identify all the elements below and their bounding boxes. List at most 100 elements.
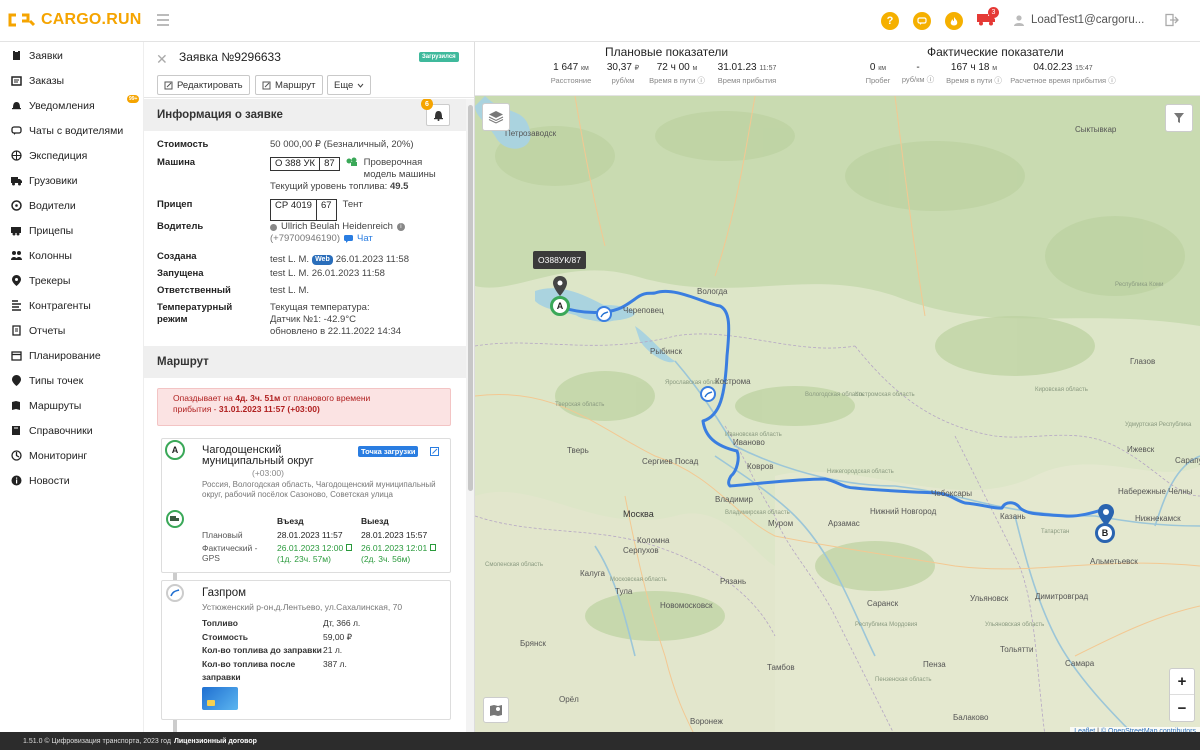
plan-travel-help-icon[interactable]: ⓘ bbox=[697, 76, 705, 85]
plan-rate-value: 30,37 bbox=[606, 62, 632, 73]
fact-out-doc-icon[interactable] bbox=[429, 544, 436, 551]
more-button[interactable]: Еще bbox=[327, 75, 372, 95]
order-detail-panel: ✕ Заявка №9296633 Загрузился Редактирова… bbox=[143, 42, 475, 732]
fact-rate-help-icon[interactable]: ⓘ bbox=[927, 75, 935, 84]
edit-stop-icon[interactable] bbox=[430, 447, 439, 456]
map-gas-marker-2[interactable] bbox=[700, 386, 716, 402]
zoom-out-button[interactable]: − bbox=[1170, 695, 1194, 721]
city-label: Димитровград bbox=[1035, 592, 1088, 601]
truck-notifications[interactable]: 3 bbox=[976, 7, 999, 30]
map-type-button[interactable] bbox=[483, 697, 509, 723]
driver-chat-link[interactable]: Чат bbox=[357, 233, 373, 245]
edit-icon bbox=[164, 81, 173, 89]
sidebar-item-10[interactable]: Трекеры bbox=[0, 268, 143, 293]
sidebar-item-13[interactable]: Планирование bbox=[0, 343, 143, 368]
map-marker-a[interactable]: A bbox=[550, 296, 570, 316]
plan-travel-value: 72 ч 00 bbox=[656, 62, 690, 73]
user-avatar-icon bbox=[1014, 15, 1024, 26]
city-label: Орёл bbox=[559, 695, 579, 704]
driver-info-icon[interactable]: i bbox=[396, 223, 405, 231]
menu-toggle-icon[interactable] bbox=[157, 14, 169, 26]
fire-icon[interactable] bbox=[945, 12, 963, 30]
sidebar-item-14[interactable]: Типы точек bbox=[0, 368, 143, 393]
layers-button[interactable] bbox=[482, 103, 510, 131]
top-bar: CARGO.RUN ? 3 LoadTest1@cargoru... bbox=[0, 0, 1200, 42]
sidebar-item-5[interactable]: Экспедиция bbox=[0, 143, 143, 168]
cost-row: Стоимость 50 000,00 ₽ (Безналичный, 20%) bbox=[157, 139, 453, 157]
gazprom-logo-icon bbox=[703, 390, 712, 397]
fact-arrival-help-icon[interactable]: ⓘ bbox=[1108, 76, 1116, 85]
city-label: Костромская область bbox=[855, 392, 915, 398]
driver-row: Водитель Ullrich Beulah Heidenreich i (+… bbox=[157, 221, 453, 251]
city-label: Петрозаводск bbox=[505, 129, 557, 138]
fact-label: Фактический - GPS bbox=[202, 543, 258, 563]
stop-card-gazprom[interactable]: Газпром Устюженский р-он,д.Лентьево, ул.… bbox=[161, 580, 451, 720]
truck-icon bbox=[11, 175, 22, 186]
route-icon bbox=[262, 81, 271, 89]
filter-button[interactable] bbox=[1165, 104, 1193, 132]
route-map[interactable]: Петрозаводск Сыктывкар Вологда Череповец Рыб… bbox=[475, 96, 1200, 736]
sidebar-item-8[interactable]: Прицепы bbox=[0, 218, 143, 243]
fact-travel-unit: м bbox=[992, 65, 998, 72]
sidebar-item-6[interactable]: Грузовики bbox=[0, 168, 143, 193]
gas-stop-name: Газпром bbox=[202, 587, 247, 599]
sidebar-item-12[interactable]: Отчеты bbox=[0, 318, 143, 343]
stop-card-a[interactable]: Чагодощенский муниципальный округ (+03:0… bbox=[161, 438, 451, 573]
user-menu[interactable]: LoadTest1@cargoru... bbox=[1013, 14, 1144, 26]
order-scroll-area[interactable]: Информация о заявке 6 Стоимость 50 000,0… bbox=[144, 99, 466, 732]
city-label: Альметьевск bbox=[1090, 557, 1138, 566]
sidebar-item-15[interactable]: Маршруты bbox=[0, 393, 143, 418]
zoom-in-button[interactable]: + bbox=[1170, 669, 1194, 695]
chevron-down-icon bbox=[357, 83, 364, 88]
vehicle-pin-icon[interactable] bbox=[553, 276, 567, 296]
scrollbar-thumb[interactable] bbox=[468, 105, 473, 491]
layers-icon bbox=[488, 111, 504, 124]
city-label: Ульяновская область bbox=[985, 622, 1044, 628]
calendar-icon bbox=[11, 350, 22, 361]
fact-travel-help-icon[interactable]: ⓘ bbox=[994, 76, 1002, 85]
sidebar-item-18[interactable]: Новости bbox=[0, 468, 143, 493]
city-label: Тверь bbox=[567, 446, 589, 455]
sidebar-item-4[interactable]: Чаты с водителями bbox=[0, 118, 143, 143]
sidebar-item-label: Прицепы bbox=[29, 224, 74, 237]
sidebar-item-1[interactable]: Заявки bbox=[0, 43, 143, 68]
contractors-icon bbox=[11, 300, 22, 311]
stop-a-marker: A bbox=[165, 440, 185, 460]
notifications-bell-button[interactable]: 6 bbox=[421, 99, 450, 126]
logout-icon[interactable] bbox=[1165, 13, 1179, 27]
sidebar-item-label: Заказы bbox=[29, 74, 65, 87]
fact-mileage: 0 км Пробег bbox=[860, 61, 896, 86]
license-link[interactable]: Лицензионный договор bbox=[174, 738, 257, 745]
car-plate[interactable]: О 388 УК 87 bbox=[270, 157, 340, 171]
driver-name[interactable]: Ullrich Beulah Heidenreich bbox=[281, 221, 393, 233]
sidebar-item-7[interactable]: Водители bbox=[0, 193, 143, 218]
close-icon[interactable]: ✕ bbox=[156, 51, 168, 68]
notification-count-badge: 3 bbox=[988, 7, 999, 18]
panel-scrollbar[interactable] bbox=[466, 99, 474, 732]
chat-bubble-icon[interactable] bbox=[913, 12, 931, 30]
sidebar-item-3[interactable]: Уведомления 99+ bbox=[0, 93, 143, 118]
trailer-type: Тент bbox=[342, 199, 363, 210]
fact-rate: - руб/км ⓘ bbox=[898, 61, 938, 85]
map-gas-marker-1[interactable] bbox=[596, 306, 612, 322]
logo[interactable]: CARGO.RUN bbox=[8, 11, 141, 29]
gas-cost-value: 59,00 ₽ bbox=[323, 631, 353, 642]
sidebar-item-label: Экспедиция bbox=[29, 149, 88, 162]
trailer-plate[interactable]: СР 4019 67 bbox=[270, 199, 337, 221]
report-icon bbox=[11, 325, 22, 336]
fact-in-doc-icon[interactable] bbox=[345, 544, 352, 551]
sidebar-item-16[interactable]: Справочники bbox=[0, 418, 143, 443]
help-icon[interactable]: ? bbox=[881, 12, 899, 30]
map-canvas[interactable]: Петрозаводск Сыктывкар Вологда Череповец Рыб… bbox=[475, 96, 1200, 736]
map-marker-b[interactable]: B bbox=[1095, 523, 1115, 543]
route-button[interactable]: Маршрут bbox=[255, 75, 323, 95]
sidebar-item-2[interactable]: Заказы bbox=[0, 68, 143, 93]
edit-button[interactable]: Редактировать bbox=[157, 75, 250, 95]
fact-out: 26.01.2023 12:01 bbox=[361, 543, 428, 553]
fuel-card-image[interactable] bbox=[202, 687, 238, 710]
city-label: Новомосковск bbox=[660, 601, 713, 610]
sidebar-item-17[interactable]: Мониторинг bbox=[0, 443, 143, 468]
zoom-control: + − bbox=[1169, 668, 1195, 722]
sidebar-item-9[interactable]: Колонны bbox=[0, 243, 143, 268]
sidebar-item-11[interactable]: Контрагенты bbox=[0, 293, 143, 318]
